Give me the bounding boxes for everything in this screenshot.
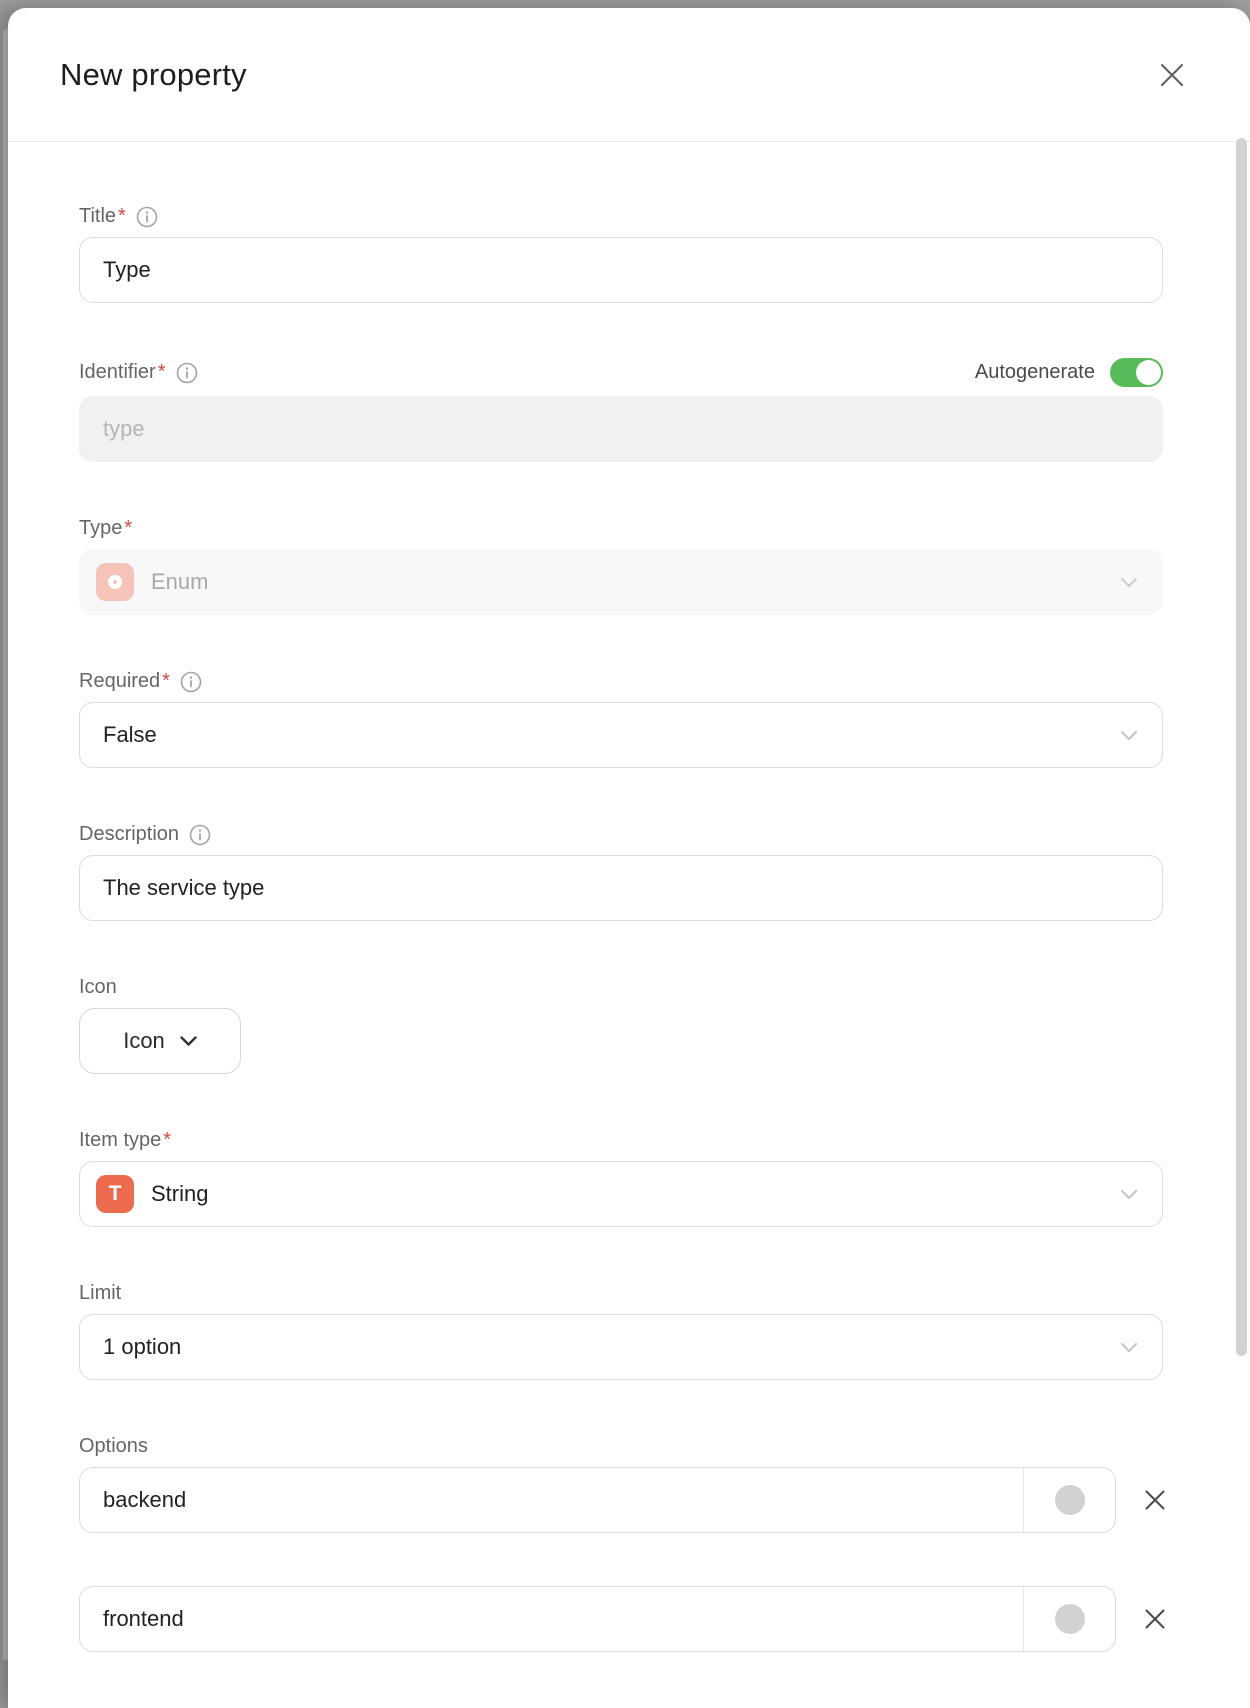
limit-select[interactable]: 1 option	[79, 1314, 1163, 1380]
item-type-select-value: String	[151, 1181, 208, 1207]
modal-content: Title* Identifier*	[8, 142, 1250, 1652]
modal-header: New property	[8, 8, 1250, 142]
color-swatch-icon	[1055, 1604, 1085, 1634]
icon-label: Icon	[79, 976, 117, 999]
enum-target-icon	[96, 563, 134, 601]
chevron-down-icon	[1121, 731, 1137, 740]
options-label: Options	[79, 1435, 148, 1458]
description-input[interactable]	[79, 855, 1163, 921]
info-icon[interactable]	[176, 362, 198, 384]
info-icon[interactable]	[189, 824, 211, 846]
field-type: Type* Enum	[79, 517, 1163, 615]
option-input-group	[79, 1586, 1116, 1652]
title-input[interactable]	[79, 237, 1163, 303]
remove-option-button[interactable]	[1144, 1482, 1166, 1518]
identifier-label: Identifier	[79, 361, 156, 384]
required-select[interactable]: False	[79, 702, 1163, 768]
field-title: Title*	[79, 205, 1163, 303]
chevron-down-icon	[1121, 578, 1137, 587]
required-label: Required	[79, 670, 160, 693]
item-type-select[interactable]: T String	[79, 1161, 1163, 1227]
option-input-group	[79, 1467, 1116, 1533]
autogenerate-control: Autogenerate	[975, 358, 1163, 387]
type-label: Type	[79, 517, 122, 540]
option-input[interactable]	[80, 1468, 1023, 1532]
field-description: Description	[79, 823, 1163, 921]
toggle-knob	[1136, 360, 1161, 385]
scrollbar-thumb[interactable]	[1236, 138, 1247, 1356]
new-property-modal: New property Title*	[8, 8, 1250, 1708]
required-select-value: False	[103, 722, 157, 748]
required-asterisk: *	[124, 517, 132, 540]
string-type-icon: T	[96, 1175, 134, 1213]
close-icon	[1159, 62, 1185, 88]
required-asterisk: *	[158, 361, 166, 384]
field-options: Options	[79, 1435, 1163, 1652]
chevron-down-icon	[1121, 1343, 1137, 1352]
limit-label: Limit	[79, 1282, 121, 1305]
option-color-picker[interactable]	[1023, 1587, 1115, 1651]
icon-picker-label: Icon	[123, 1028, 165, 1054]
identifier-input	[79, 396, 1163, 462]
autogenerate-label: Autogenerate	[975, 361, 1095, 384]
limit-select-value: 1 option	[103, 1334, 181, 1360]
autogenerate-toggle[interactable]	[1110, 358, 1163, 387]
color-swatch-icon	[1055, 1485, 1085, 1515]
field-limit: Limit 1 option	[79, 1282, 1163, 1380]
type-select: Enum	[79, 549, 1163, 615]
chevron-down-icon	[1121, 1190, 1137, 1199]
icon-picker-button[interactable]: Icon	[79, 1008, 241, 1074]
modal-title: New property	[60, 57, 247, 93]
description-label: Description	[79, 823, 179, 846]
close-icon	[1144, 1489, 1166, 1511]
required-asterisk: *	[162, 670, 170, 693]
required-asterisk: *	[163, 1129, 171, 1152]
field-required: Required* False	[79, 670, 1163, 768]
field-identifier: Identifier* Autogenerate	[79, 358, 1163, 462]
chevron-down-icon	[180, 1036, 197, 1046]
required-asterisk: *	[118, 205, 126, 228]
option-row	[79, 1586, 1163, 1652]
title-label: Title	[79, 205, 116, 228]
info-icon[interactable]	[136, 206, 158, 228]
info-icon[interactable]	[180, 671, 202, 693]
item-type-label: Item type	[79, 1129, 161, 1152]
remove-option-button[interactable]	[1144, 1601, 1166, 1637]
close-icon	[1144, 1608, 1166, 1630]
type-select-value: Enum	[151, 569, 208, 595]
option-color-picker[interactable]	[1023, 1468, 1115, 1532]
close-button[interactable]	[1156, 59, 1188, 91]
option-input[interactable]	[80, 1587, 1023, 1651]
option-row	[79, 1467, 1163, 1533]
field-icon: Icon Icon	[79, 976, 1163, 1074]
field-item-type: Item type* T String	[79, 1129, 1163, 1227]
